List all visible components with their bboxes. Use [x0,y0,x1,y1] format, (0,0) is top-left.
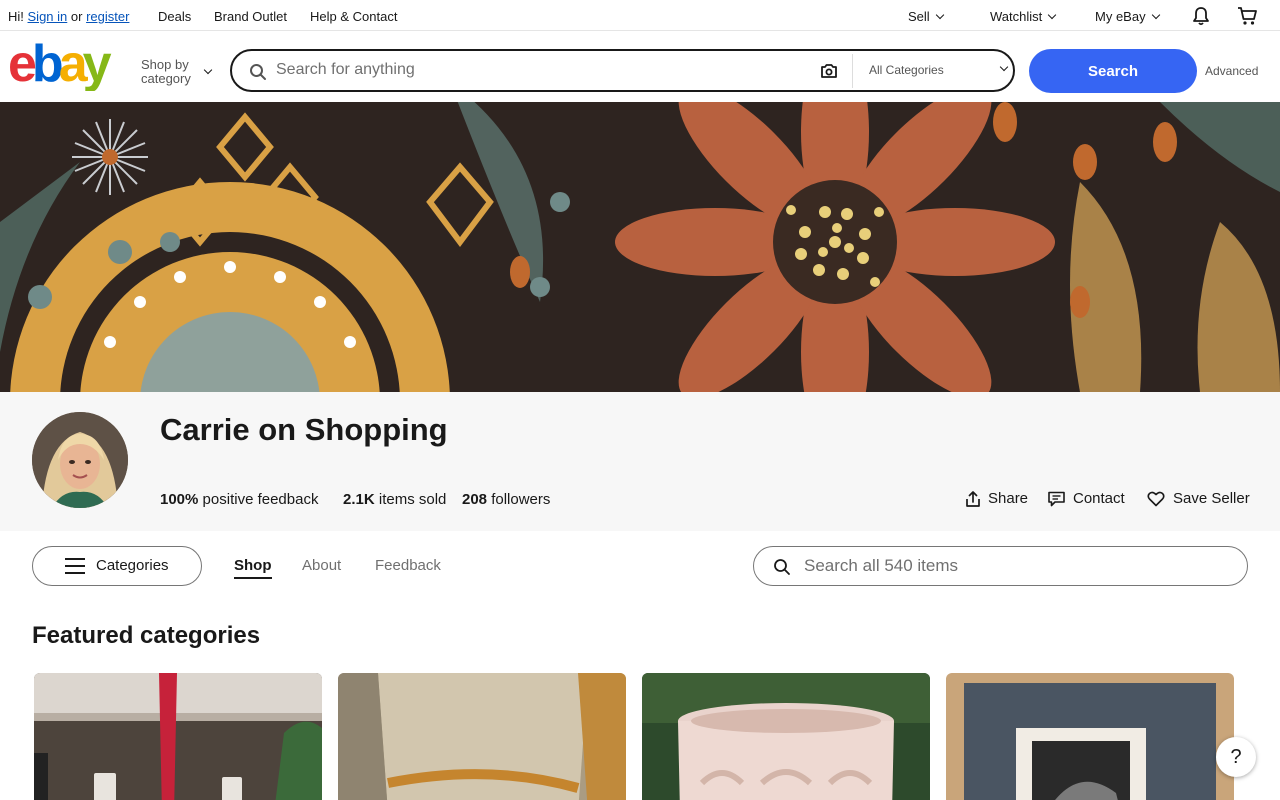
message-icon [1048,491,1065,506]
my-ebay-label: My eBay [1095,9,1146,24]
ebay-logo[interactable]: ebay [8,41,128,91]
followers-value: 208 [462,491,488,508]
chevron-down-icon [935,10,944,20]
contact-label: Contact [1073,490,1125,507]
search-input[interactable] [276,61,796,79]
search-icon [250,64,266,80]
help-button[interactable]: ? [1216,737,1256,777]
featured-category-card[interactable] [34,673,322,800]
search-bar: All Categories [230,49,1015,92]
feedback-stat: 100% positive feedback [160,491,318,508]
brand-outlet-link[interactable]: Brand Outlet [214,9,287,25]
help-label: ? [1230,745,1242,768]
featured-categories-heading: Featured categories [32,622,261,649]
tab-feedback[interactable]: Feedback [375,557,441,574]
menu-icon [65,558,85,574]
register-link[interactable]: register [86,9,129,24]
deals-link[interactable]: Deals [158,9,191,25]
feedback-label: positive feedback [202,491,319,508]
followers-label: followers [491,491,551,508]
chevron-down-icon [203,65,213,75]
category-image [642,673,930,800]
store-info-section: Carrie on Shopping 100% positive feedbac… [0,392,1280,531]
store-search-bar [753,546,1248,586]
or-text: or [70,9,83,24]
category-image [34,673,322,800]
divider [852,54,853,88]
bell-icon[interactable] [1191,6,1211,26]
store-name: Carrie on Shopping [160,412,448,447]
featured-category-card[interactable] [946,673,1234,800]
main-header: ebay Shop by category All Categories Sea… [0,31,1280,102]
tab-about[interactable]: About [302,557,341,574]
top-utility-bar: Hi! Sign in or register Deals Brand Outl… [0,0,1280,31]
store-banner-image [0,102,1280,392]
feedback-value: 100% [160,491,199,508]
categories-button[interactable]: Categories [32,546,202,586]
watchlist-label: Watchlist [990,9,1043,24]
share-button[interactable]: Share [966,490,1028,507]
items-sold-value: 2.1K [343,491,375,508]
followers-stat: 208 followers [462,491,550,508]
featured-category-card[interactable] [642,673,930,800]
categories-label: Categories [96,557,169,574]
share-label: Share [988,490,1029,507]
search-icon [774,559,790,575]
greeting: Hi! Sign in or register [8,9,129,25]
heart-icon [1147,491,1165,506]
my-ebay-menu[interactable]: My eBay [1095,9,1160,25]
search-button[interactable]: Search [1029,49,1197,93]
chevron-down-icon [999,62,1009,72]
chevron-down-icon [1151,10,1160,20]
seller-avatar [32,412,128,508]
items-sold-label: items sold [378,491,447,508]
featured-category-card[interactable] [338,673,626,800]
category-image [946,673,1234,800]
help-contact-link[interactable]: Help & Contact [310,9,397,25]
store-search-input[interactable] [804,556,1224,576]
camera-icon[interactable] [820,63,838,79]
sell-label: Sell [908,9,930,24]
category-image [338,673,626,800]
contact-button[interactable]: Contact [1048,490,1125,507]
shop-by-line2: category [141,71,191,86]
greeting-text: Hi! [8,9,24,24]
items-sold-stat: 2.1K items sold [343,491,446,508]
tab-shop[interactable]: Shop [234,557,272,579]
chevron-down-icon [1048,10,1057,20]
watchlist-menu[interactable]: Watchlist [990,9,1057,25]
save-seller-button[interactable]: Save Seller [1147,490,1250,507]
share-icon [966,490,980,507]
sell-menu[interactable]: Sell [908,9,944,25]
save-seller-label: Save Seller [1173,490,1250,507]
svg-text:ebay: ebay [8,41,112,91]
sign-in-link[interactable]: Sign in [28,9,68,24]
cart-icon[interactable] [1237,6,1259,26]
advanced-search-link[interactable]: Advanced [1205,64,1258,78]
shop-by-line1: Shop by [141,57,189,72]
category-select[interactable]: All Categories [869,63,944,77]
shop-by-category[interactable]: Shop by category [141,58,191,86]
